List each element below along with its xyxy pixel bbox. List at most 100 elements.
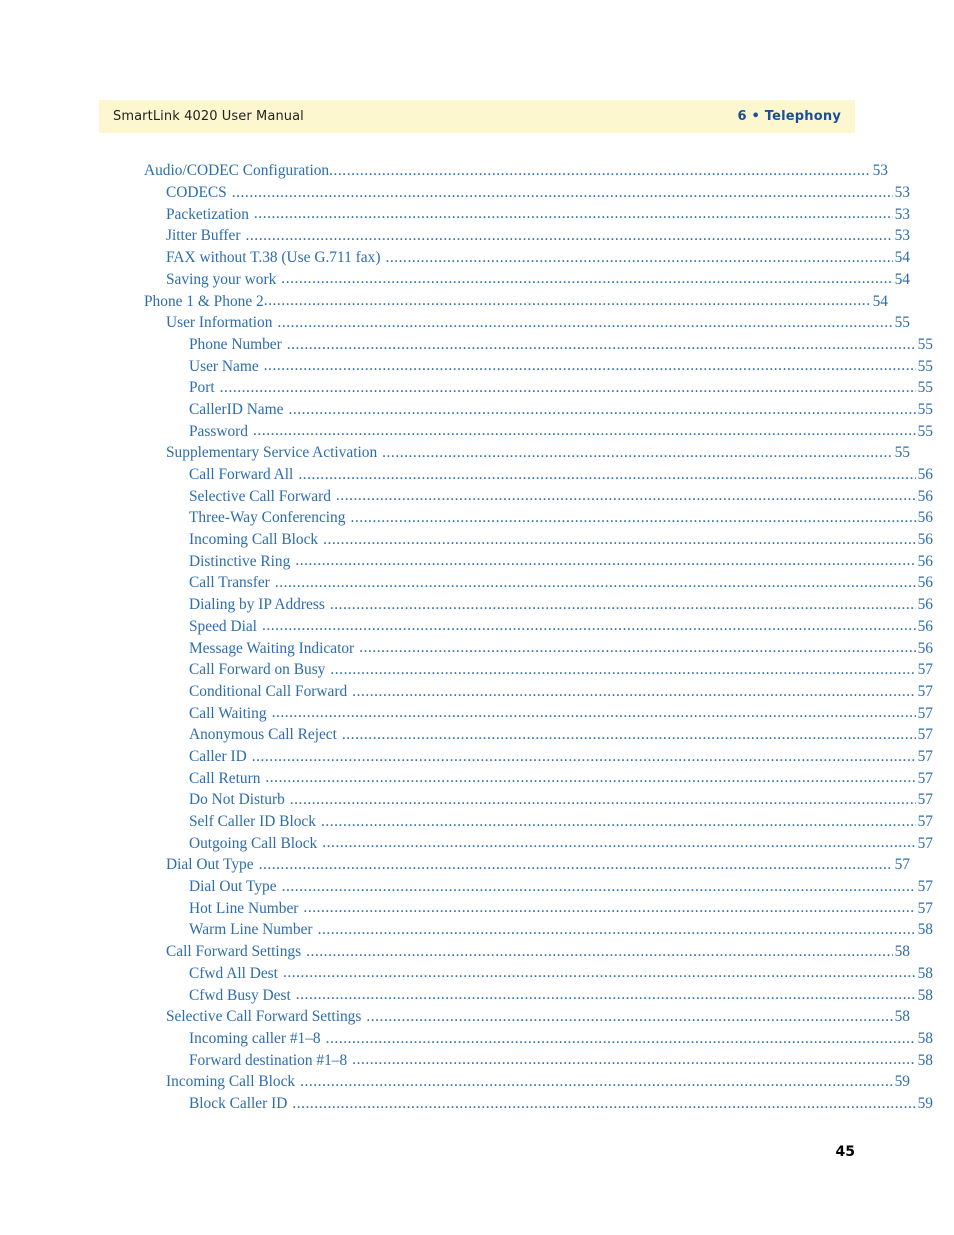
toc-entry[interactable]: Call Transfer 56	[99, 572, 933, 594]
toc-entry-label: Incoming Call Block	[189, 531, 319, 549]
toc-entry-label: User Name	[189, 357, 259, 375]
toc-entry-label: Do Not Disturb	[189, 791, 285, 809]
toc-dot-leader	[366, 1006, 893, 1021]
toc-entry[interactable]: Selective Call Forward Settings 58	[99, 1006, 910, 1028]
toc-entry-label: User Information	[166, 314, 273, 332]
toc-entry[interactable]: Dialing by IP Address 56	[99, 594, 933, 616]
toc-entry-label: Hot Line Number	[189, 899, 299, 917]
toc-entry-page-number: 55	[917, 379, 933, 397]
toc-dot-leader	[277, 312, 893, 327]
toc-entry-label: Anonymous Call Reject	[189, 726, 337, 744]
toc-dot-leader	[262, 615, 916, 630]
toc-entry-page-number: 56	[917, 639, 933, 657]
toc-dot-leader	[329, 160, 871, 175]
toc-entry[interactable]: Selective Call Forward 56	[99, 485, 933, 507]
toc-dot-leader	[359, 637, 916, 652]
toc-entry-label: Cfwd All Dest	[189, 964, 278, 982]
toc-entry-label: Block Caller ID	[189, 1094, 288, 1112]
toc-entry[interactable]: Phone 1 & Phone 2 54	[99, 290, 888, 312]
toc-entry-page-number: 57	[917, 726, 933, 744]
toc-entry-label: Audio/CODEC Configuration	[144, 162, 330, 180]
toc-entry-label: Supplementary Service Activation	[166, 444, 378, 462]
toc-entry-label: Call Transfer	[189, 574, 270, 592]
toc-dot-leader	[336, 485, 916, 500]
toc-entry-page-number: 58	[917, 986, 933, 1004]
toc-entry[interactable]: Incoming caller #1–8 58	[99, 1028, 933, 1050]
toc-entry[interactable]: Call Forward on Busy 57	[99, 659, 933, 681]
toc-entry[interactable]: Outgoing Call Block 57	[99, 832, 933, 854]
toc-entry[interactable]: User Information 55	[99, 312, 910, 334]
toc-entry-page-number: 56	[917, 617, 933, 635]
toc-entry[interactable]: Warm Line Number 58	[99, 919, 933, 941]
chapter-label: 6 • Telephony	[737, 109, 841, 124]
toc-entry[interactable]: CODECS 53	[99, 182, 910, 204]
toc-entry-page-number: 57	[917, 682, 933, 700]
toc-entry[interactable]: Caller ID 57	[99, 746, 933, 768]
toc-entry[interactable]: Call Forward All 56	[99, 464, 933, 486]
toc-entry-page-number: 55	[917, 357, 933, 375]
toc-entry-label: Distinctive Ring	[189, 552, 291, 570]
toc-entry[interactable]: Phone Number 55	[99, 334, 933, 356]
toc-entry-label: Incoming caller #1–8	[189, 1029, 321, 1047]
toc-entry[interactable]: Supplementary Service Activation 55	[99, 442, 910, 464]
toc-entry[interactable]: FAX without T.38 (Use G.711 fax) 54	[99, 247, 910, 269]
toc-entry[interactable]: Call Waiting 57	[99, 702, 933, 724]
toc-entry-label: Saving your work	[166, 270, 277, 288]
toc-entry[interactable]: Three-Way Conferencing 56	[99, 507, 933, 529]
toc-entry[interactable]: Saving your work 54	[99, 268, 910, 290]
toc-entry[interactable]: Packetization 53	[99, 203, 910, 225]
toc-entry-label: Call Forward on Busy	[189, 661, 326, 679]
toc-entry[interactable]: Distinctive Ring 56	[99, 550, 933, 572]
toc-entry[interactable]: Do Not Disturb 57	[99, 789, 933, 811]
toc-entry[interactable]: Conditional Call Forward 57	[99, 681, 933, 703]
toc-entry[interactable]: Jitter Buffer 53	[99, 225, 910, 247]
toc-dot-leader	[232, 182, 893, 197]
toc-entry-page-number: 58	[917, 1051, 933, 1069]
toc-entry[interactable]: Call Forward Settings 58	[99, 941, 910, 963]
toc-entry[interactable]: Self Caller ID Block 57	[99, 811, 933, 833]
toc-entry[interactable]: Port 55	[99, 377, 933, 399]
toc-entry[interactable]: Incoming Call Block 59	[99, 1071, 910, 1093]
toc-entry[interactable]: Message Waiting Indicator 56	[99, 637, 933, 659]
toc-dot-leader	[272, 702, 916, 717]
toc-dot-leader	[220, 377, 916, 392]
toc-entry[interactable]: Audio/CODEC Configuration 53	[99, 160, 888, 182]
toc-entry[interactable]: Dial Out Type 57	[99, 854, 910, 876]
toc-entry-page-number: 56	[917, 531, 933, 549]
toc-entry-label: CallerID Name	[189, 400, 284, 418]
toc-entry[interactable]: Call Return 57	[99, 767, 933, 789]
manual-title: SmartLink 4020 User Manual	[113, 109, 304, 124]
toc-entry[interactable]: Speed Dial 56	[99, 615, 933, 637]
toc-entry-page-number: 58	[917, 964, 933, 982]
toc-entry-page-number: 57	[917, 661, 933, 679]
running-header: SmartLink 4020 User Manual 6 • Telephony	[99, 100, 855, 133]
toc-entry-label: Selective Call Forward Settings	[166, 1008, 362, 1026]
toc-entry[interactable]: Forward destination #1–8 58	[99, 1049, 933, 1071]
toc-entry-page-number: 54	[894, 270, 910, 288]
toc-entry-page-number: 54	[894, 249, 910, 267]
toc-entry[interactable]: Password 55	[99, 420, 933, 442]
toc-entry-page-number: 57	[894, 856, 910, 874]
toc-entry[interactable]: CallerID Name 55	[99, 399, 933, 421]
toc-entry-label: Phone 1 & Phone 2	[144, 292, 264, 310]
toc-entry[interactable]: Anonymous Call Reject 57	[99, 724, 933, 746]
toc-entry-label: Message Waiting Indicator	[189, 639, 355, 657]
toc-entry-page-number: 53	[894, 227, 910, 245]
toc-entry-page-number: 56	[917, 466, 933, 484]
toc-entry[interactable]: Cfwd All Dest 58	[99, 962, 933, 984]
toc-entry[interactable]: Hot Line Number 57	[99, 897, 933, 919]
toc-entry[interactable]: Cfwd Busy Dest 58	[99, 984, 933, 1006]
toc-entry[interactable]: Dial Out Type 57	[99, 876, 933, 898]
toc-entry-page-number: 57	[917, 813, 933, 831]
toc-entry[interactable]: Block Caller ID 59	[99, 1093, 933, 1115]
toc-entry-label: Dial Out Type	[189, 878, 277, 896]
toc-dot-leader	[265, 767, 916, 782]
toc-entry-label: Jitter Buffer	[166, 227, 241, 245]
toc-entry-label: Forward destination #1–8	[189, 1051, 348, 1069]
toc-dot-leader	[382, 442, 893, 457]
toc-entry-page-number: 56	[917, 487, 933, 505]
toc-entry-label: Self Caller ID Block	[189, 813, 316, 831]
toc-entry[interactable]: Incoming Call Block 56	[99, 529, 933, 551]
toc-entry[interactable]: User Name 55	[99, 355, 933, 377]
toc-entry-label: Conditional Call Forward	[189, 682, 348, 700]
